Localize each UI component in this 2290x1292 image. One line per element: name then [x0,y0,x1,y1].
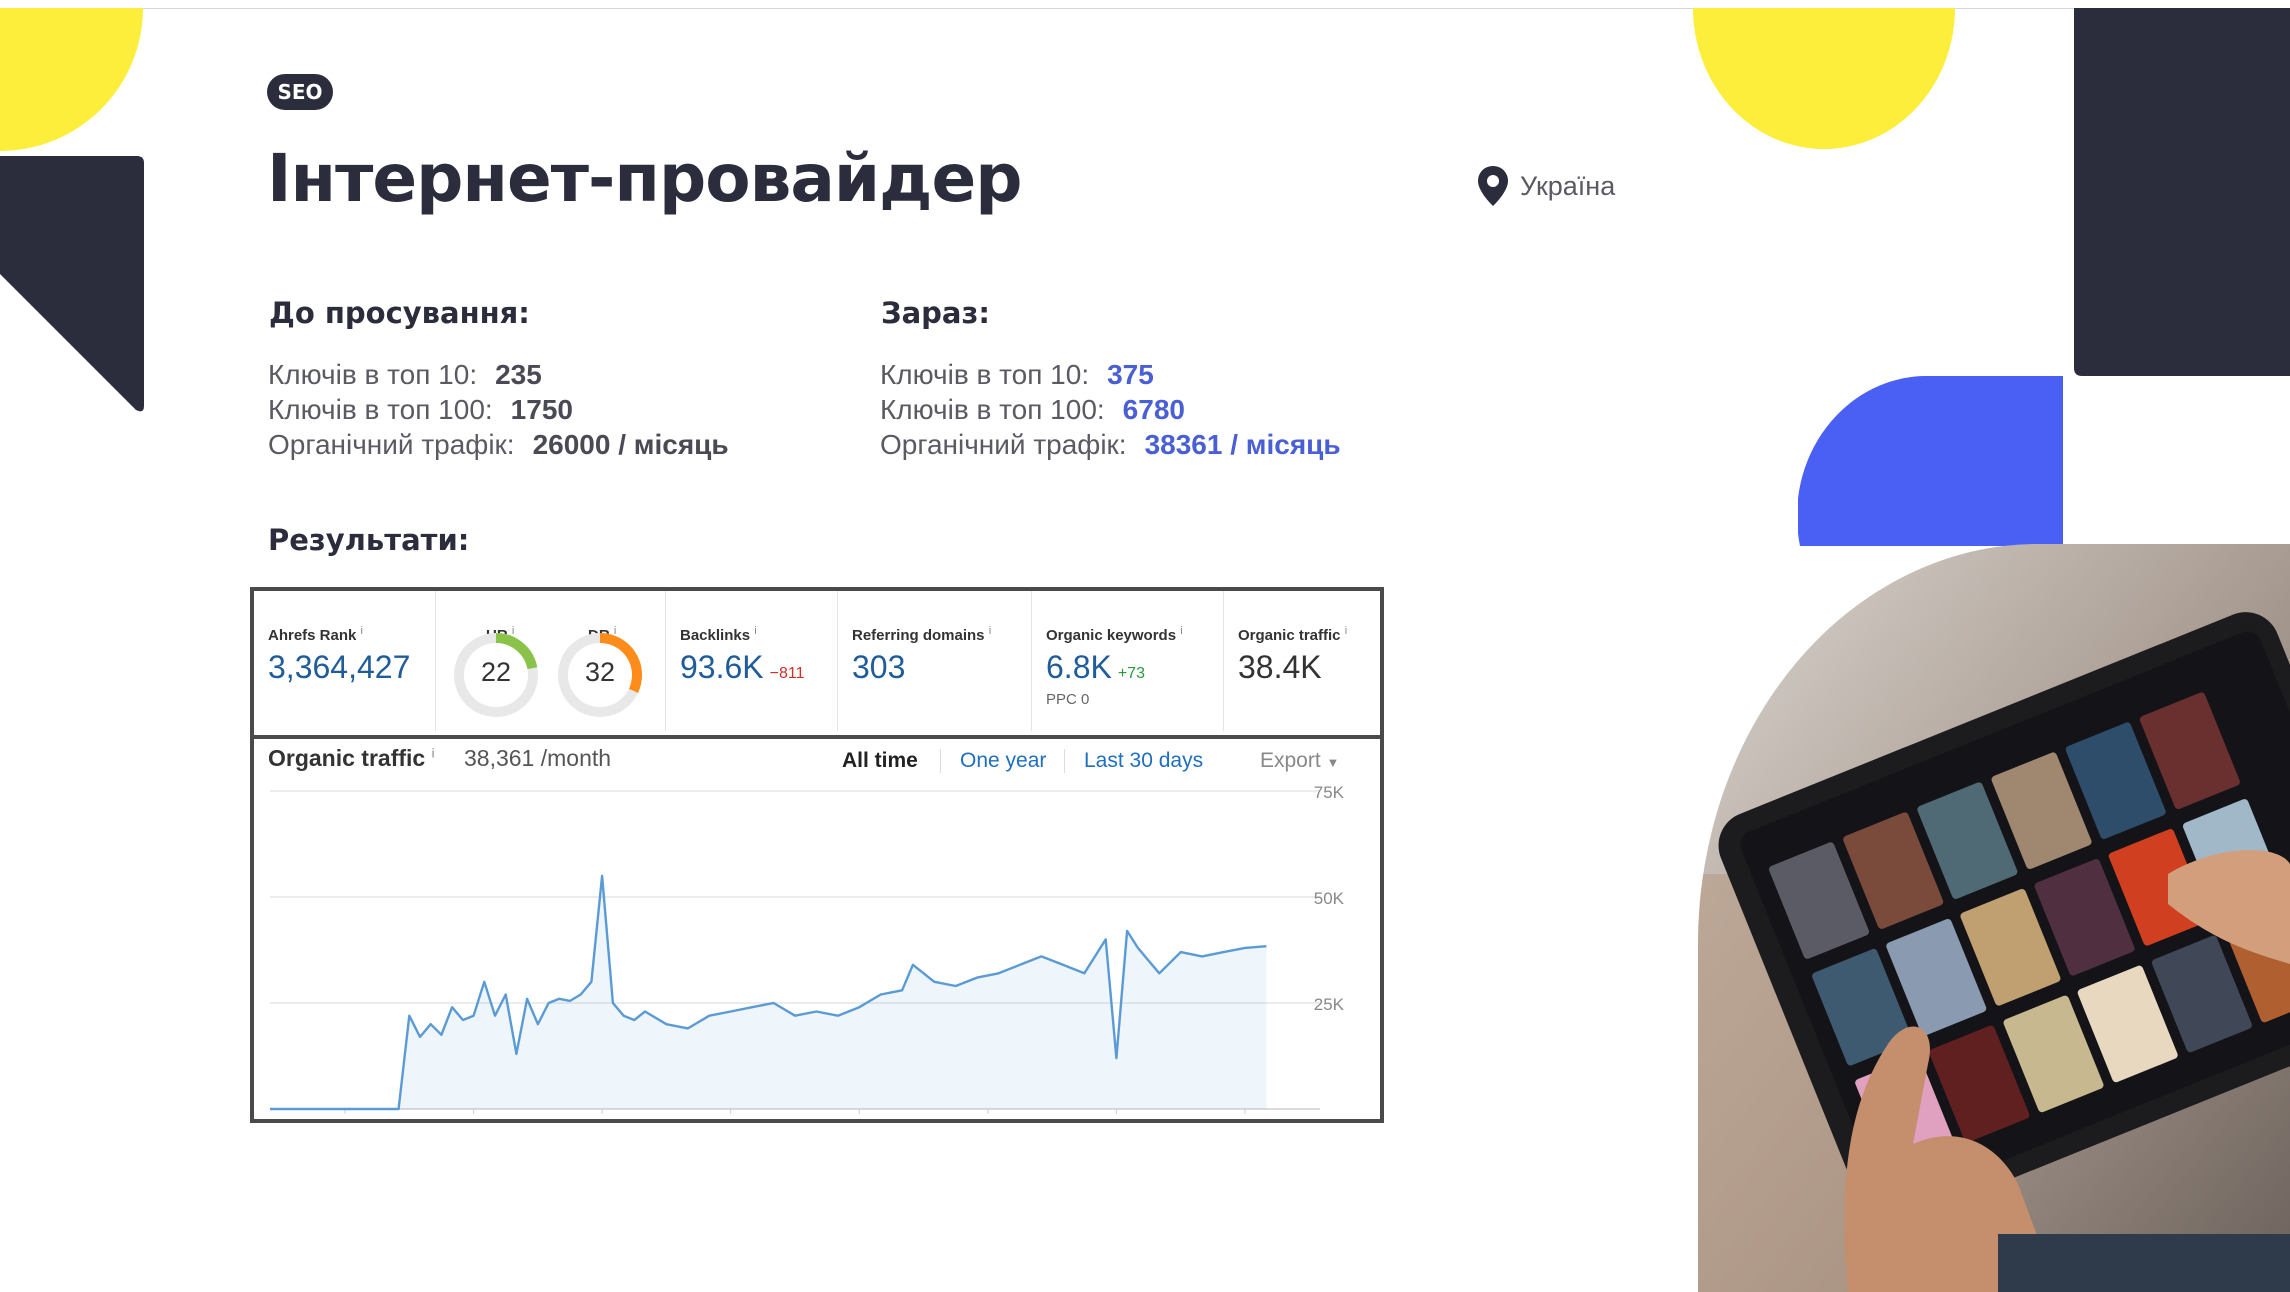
metric-ur-dr: UR i 22 DR i 32 [436,591,666,731]
stat-label: Ключів в топ 10: [268,359,478,390]
backlinks-delta: −811 [769,665,805,682]
x-tick-label: Jan 2023 [1210,1119,1280,1121]
now-row: Ключів в топ 10: 375 [880,357,1341,392]
now-row: Органічний трафік: 38361 / місяць [880,427,1341,462]
metric-value: 3,364,427 [268,649,411,685]
range-separator [1064,749,1065,773]
stat-label: Ключів в топ 10: [880,359,1090,390]
metric-referring-domains: Referring domains i 303 [838,591,1032,731]
tablet-photo [1698,544,2290,1292]
stat-value: 38361 / місяць [1144,429,1341,460]
now-heading: Зараз: [881,296,990,330]
keywords-delta: +73 [1117,665,1145,682]
yellow-half-circle-right [1693,8,1955,149]
before-stats: Ключів в топ 10: 235 Ключів в топ 100: 175… [268,357,729,462]
x-tick-label: Jan 2021 [953,1119,1023,1121]
dark-shape-right [2074,8,2290,376]
ur-value: 22 [480,657,512,687]
export-button[interactable]: Export ▼ [1260,749,1339,773]
yellow-quarter-circle-left [0,8,143,151]
page-title: Інтернет-провайдер [267,140,1022,217]
organic-traffic-chart: 25K 50K 75K Jan 2016 Jan 2017 Jan 2018 Jan 201… [270,783,1345,1121]
y-tick-label: 50K [1314,889,1345,908]
stat-label: Ключів в топ 100: [268,394,493,425]
stat-label: Ключів в топ 100: [880,394,1105,425]
metric-value: 6.8K +73 [1046,649,1145,685]
results-heading: Результати: [268,523,470,557]
now-row: Ключів в топ 100: 6780 [880,392,1341,427]
seo-badge: SEO [267,74,333,110]
stat-value: 26000 / місяць [532,429,729,460]
before-row: Органічний трафік: 26000 / місяць [268,427,729,462]
range-all-time[interactable]: All time [842,749,918,773]
before-row: Ключів в топ 100: 1750 [268,392,729,427]
metric-label: Organic traffic i [1238,625,1348,644]
metric-label: Backlinks i [680,625,757,644]
metric-ahrefs-rank: Ahrefs Rank i 3,364,427 [254,591,436,731]
location: Україна [1476,164,1615,208]
before-heading: До просування: [269,296,530,330]
x-tick-label: Jan 2019 [696,1119,766,1121]
tablet-image [1698,544,2290,1292]
chevron-down-icon: ▼ [1326,755,1340,770]
series-area [270,875,1267,1109]
x-tick-label: Jan 2020 [824,1119,894,1121]
range-last-30-days[interactable]: Last 30 days [1084,749,1203,773]
stat-label: Органічний трафік: [268,429,515,460]
x-tick-label: Jan 2022 [1081,1119,1151,1121]
metric-organic-traffic: Organic traffic i 38.4K [1224,591,1380,731]
stat-value: 235 [495,359,542,390]
metric-value: 303 [852,649,906,685]
metrics-row: Ahrefs Rank i 3,364,427 UR i 22 DR i 32 … [254,591,1380,739]
metric-backlinks: Backlinks i 93.6K −811 [666,591,838,731]
range-separator [940,749,941,773]
stat-label: Органічний трафік: [880,429,1127,460]
metric-label: Ahrefs Rank i [268,625,363,644]
ppc-value: PPC 0 [1046,691,1090,708]
metric-organic-keywords: Organic keywords i 6.8K +73 PPC 0 [1032,591,1224,731]
now-stats: Ключів в топ 10: 375 Ключів в топ 100: 678… [880,357,1341,462]
dark-shape-left [0,156,144,412]
x-tick-label: Jan 2017 [439,1119,509,1121]
stat-value: 1750 [510,394,573,425]
metric-label: Organic keywords i [1046,625,1183,644]
map-pin-icon [1478,166,1508,206]
chart-header: Organic traffic i 38,361 /month All time… [268,739,1368,779]
chart-title: Organic traffic i [268,745,435,771]
stat-value: 375 [1107,359,1154,390]
y-tick-label: 25K [1314,995,1345,1014]
dr-value: 32 [584,657,616,687]
location-label: Україна [1520,170,1616,201]
stat-value: 6780 [1122,394,1185,425]
chart-subtitle: 38,361 /month [464,745,612,771]
ahrefs-panel: Ahrefs Rank i 3,364,427 UR i 22 DR i 32 … [250,587,1384,1123]
before-row: Ключів в топ 10: 235 [268,357,729,392]
x-tick-label: Jan 2018 [567,1119,637,1121]
metric-label: Referring domains i [852,625,992,644]
y-tick-label: 75K [1314,783,1345,802]
range-one-year[interactable]: One year [960,749,1046,773]
metric-value: 38.4K [1238,649,1322,685]
metric-value: 93.6K −811 [680,649,805,685]
x-tick-label: Jan 2016 [310,1119,380,1121]
blue-shape-right [1798,376,2063,546]
